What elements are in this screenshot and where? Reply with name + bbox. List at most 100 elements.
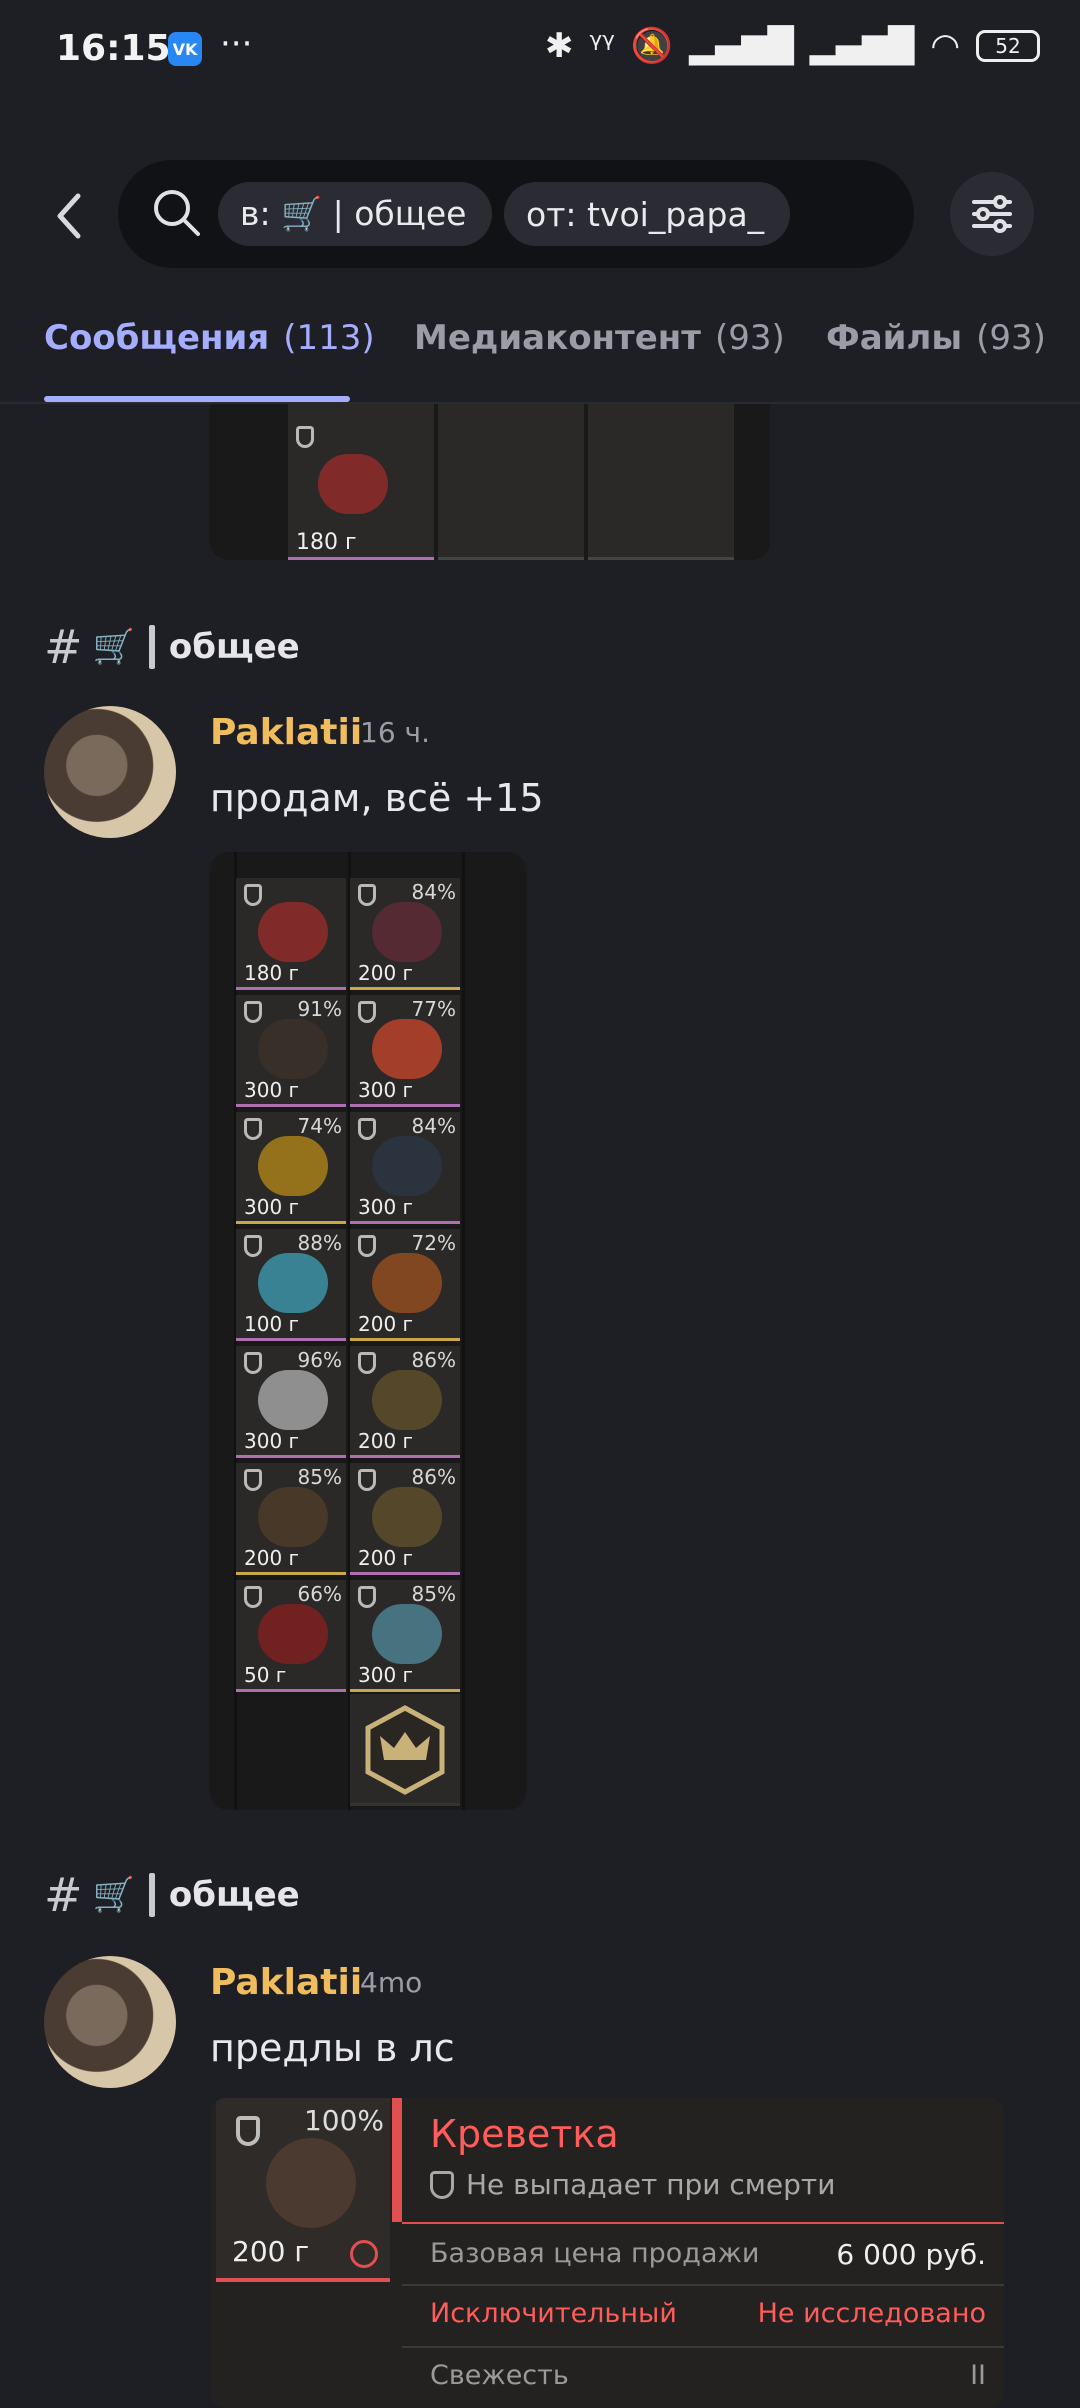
inventory-cell-empty — [588, 404, 734, 560]
item-weight: 180 г — [244, 961, 300, 985]
item-weight: 200 г — [358, 1429, 414, 1453]
shield-icon — [430, 2170, 454, 2199]
tab-messages[interactable]: Сообщения (113) — [44, 318, 375, 358]
tab-label: Файлы — [826, 318, 963, 358]
tab-label: Медиаконтент — [414, 318, 702, 358]
item-pct: 91% — [297, 997, 342, 1021]
shield-icon — [358, 1235, 376, 1257]
item-image — [318, 454, 388, 514]
item-image — [372, 1253, 442, 1313]
channel-header[interactable]: # 🛒 общее — [44, 1868, 300, 1922]
avatar[interactable] — [44, 706, 176, 838]
cart-icon: 🛒 — [92, 1875, 135, 1915]
partial-image-attachment[interactable]: 180 г — [210, 404, 770, 560]
avatar[interactable] — [44, 1956, 176, 2088]
earbuds-icon: ᵞᵞ — [589, 26, 615, 66]
inventory-cell: 74% 300 г — [236, 1112, 346, 1224]
inventory-cell: 96% 300 г — [236, 1346, 346, 1458]
tab-count: (93) — [976, 318, 1046, 358]
cart-icon: 🛒 — [92, 627, 135, 667]
timestamp: 16 ч. — [360, 716, 430, 749]
inventory-cell: 84% 300 г — [350, 1112, 460, 1224]
shield-icon — [358, 1469, 376, 1491]
clock: 16:15 — [56, 28, 171, 69]
research-status: Не исследовано — [757, 2298, 986, 2329]
tab-media[interactable]: Медиаконтент (93) — [414, 318, 785, 358]
item-weight: 200 г — [232, 2235, 310, 2268]
inventory-cell: 180 г — [236, 878, 346, 990]
inventory-cell-crown — [350, 1694, 460, 1806]
item-weight: 300 г — [244, 1429, 300, 1453]
item-pct: 100% — [303, 2104, 384, 2137]
item-pct: 85% — [411, 1582, 456, 1606]
item-pct: 77% — [411, 997, 456, 1021]
inventory-cell: 72% 200 г — [350, 1229, 460, 1341]
shield-icon — [358, 1118, 376, 1140]
item-pct: 86% — [411, 1465, 456, 1489]
shield-icon — [358, 884, 376, 906]
freshness-value: II — [970, 2360, 986, 2391]
divider — [402, 2284, 1004, 2286]
item-pct: 84% — [411, 880, 456, 904]
shield-icon — [358, 1352, 376, 1374]
back-arrow-icon[interactable] — [50, 186, 90, 246]
item-weight: 200 г — [244, 1546, 300, 1570]
clock-icon — [350, 2240, 378, 2268]
item-weight: 300 г — [358, 1195, 414, 1219]
item-card-image-attachment[interactable]: 100% 200 г Креветка Не выпадает при смер… — [210, 2098, 1004, 2408]
shield-icon — [236, 2116, 260, 2146]
wifi-icon: ◠ — [930, 26, 960, 66]
item-pct: 85% — [297, 1465, 342, 1489]
channel-name: общее — [168, 627, 300, 667]
channel-name: общее — [168, 1875, 300, 1915]
inventory-cell: 180 г — [288, 404, 434, 560]
inventory-cell: 86% 200 г — [350, 1346, 460, 1458]
hash-icon: # — [44, 1868, 83, 1922]
channel-header[interactable]: # 🛒 общее — [44, 620, 300, 674]
username[interactable]: Paklatii — [210, 1962, 362, 2003]
divider — [402, 2222, 1004, 2224]
shield-icon — [244, 1586, 262, 1608]
item-pct: 66% — [297, 1582, 342, 1606]
column-divider — [462, 852, 465, 1810]
no-drop-label: Не выпадает при смерти — [466, 2168, 836, 2201]
inventory-image-attachment[interactable]: 180 г 84% 200 г 91% 300 г 77% 300 г 74% 300 г 84%… — [210, 852, 526, 1810]
item-weight: 50 г — [244, 1663, 287, 1687]
more-notifications-icon: ··· — [220, 24, 253, 64]
item-pct: 72% — [411, 1231, 456, 1255]
tab-count: (113) — [283, 318, 375, 358]
filter-chip-author[interactable]: от: tvoi_papa_ — [504, 182, 790, 246]
crown-icon — [365, 1705, 445, 1795]
shield-icon — [244, 1118, 262, 1140]
freshness-label: Свежесть — [430, 2360, 569, 2391]
item-weight: 300 г — [358, 1663, 414, 1687]
item-image — [258, 1136, 328, 1196]
inventory-cell: 85% 200 г — [236, 1463, 346, 1575]
item-image — [258, 902, 328, 962]
shield-icon — [296, 426, 314, 448]
item-image — [372, 1487, 442, 1547]
filter-settings-button[interactable] — [950, 172, 1034, 256]
shield-icon — [358, 1001, 376, 1023]
price-value: 6 000 руб. — [836, 2238, 986, 2271]
divider-bar — [148, 1873, 155, 1917]
filter-chip-channel[interactable]: в: 🛒 | общее — [218, 182, 492, 246]
item-weight: 180 г — [296, 530, 357, 555]
shield-icon — [244, 1469, 262, 1491]
item-pct: 88% — [297, 1231, 342, 1255]
inventory-cell: 85% 300 г — [350, 1580, 460, 1692]
item-weight: 100 г — [244, 1312, 300, 1336]
tab-files[interactable]: Файлы (93) — [826, 318, 1046, 358]
shield-icon — [358, 1586, 376, 1608]
battery-icon: 52 — [976, 30, 1040, 62]
username[interactable]: Paklatii — [210, 712, 362, 753]
item-image — [372, 902, 442, 962]
item-image — [258, 1019, 328, 1079]
item-slot: 100% 200 г — [216, 2098, 390, 2282]
inventory-cell: 66% 50 г — [236, 1580, 346, 1692]
tab-count: (93) — [715, 318, 785, 358]
item-weight: 200 г — [358, 1546, 414, 1570]
signal-icon-2: ▂▄▆█ — [809, 26, 915, 66]
inventory-cell: 86% 200 г — [350, 1463, 460, 1575]
item-image — [372, 1370, 442, 1430]
